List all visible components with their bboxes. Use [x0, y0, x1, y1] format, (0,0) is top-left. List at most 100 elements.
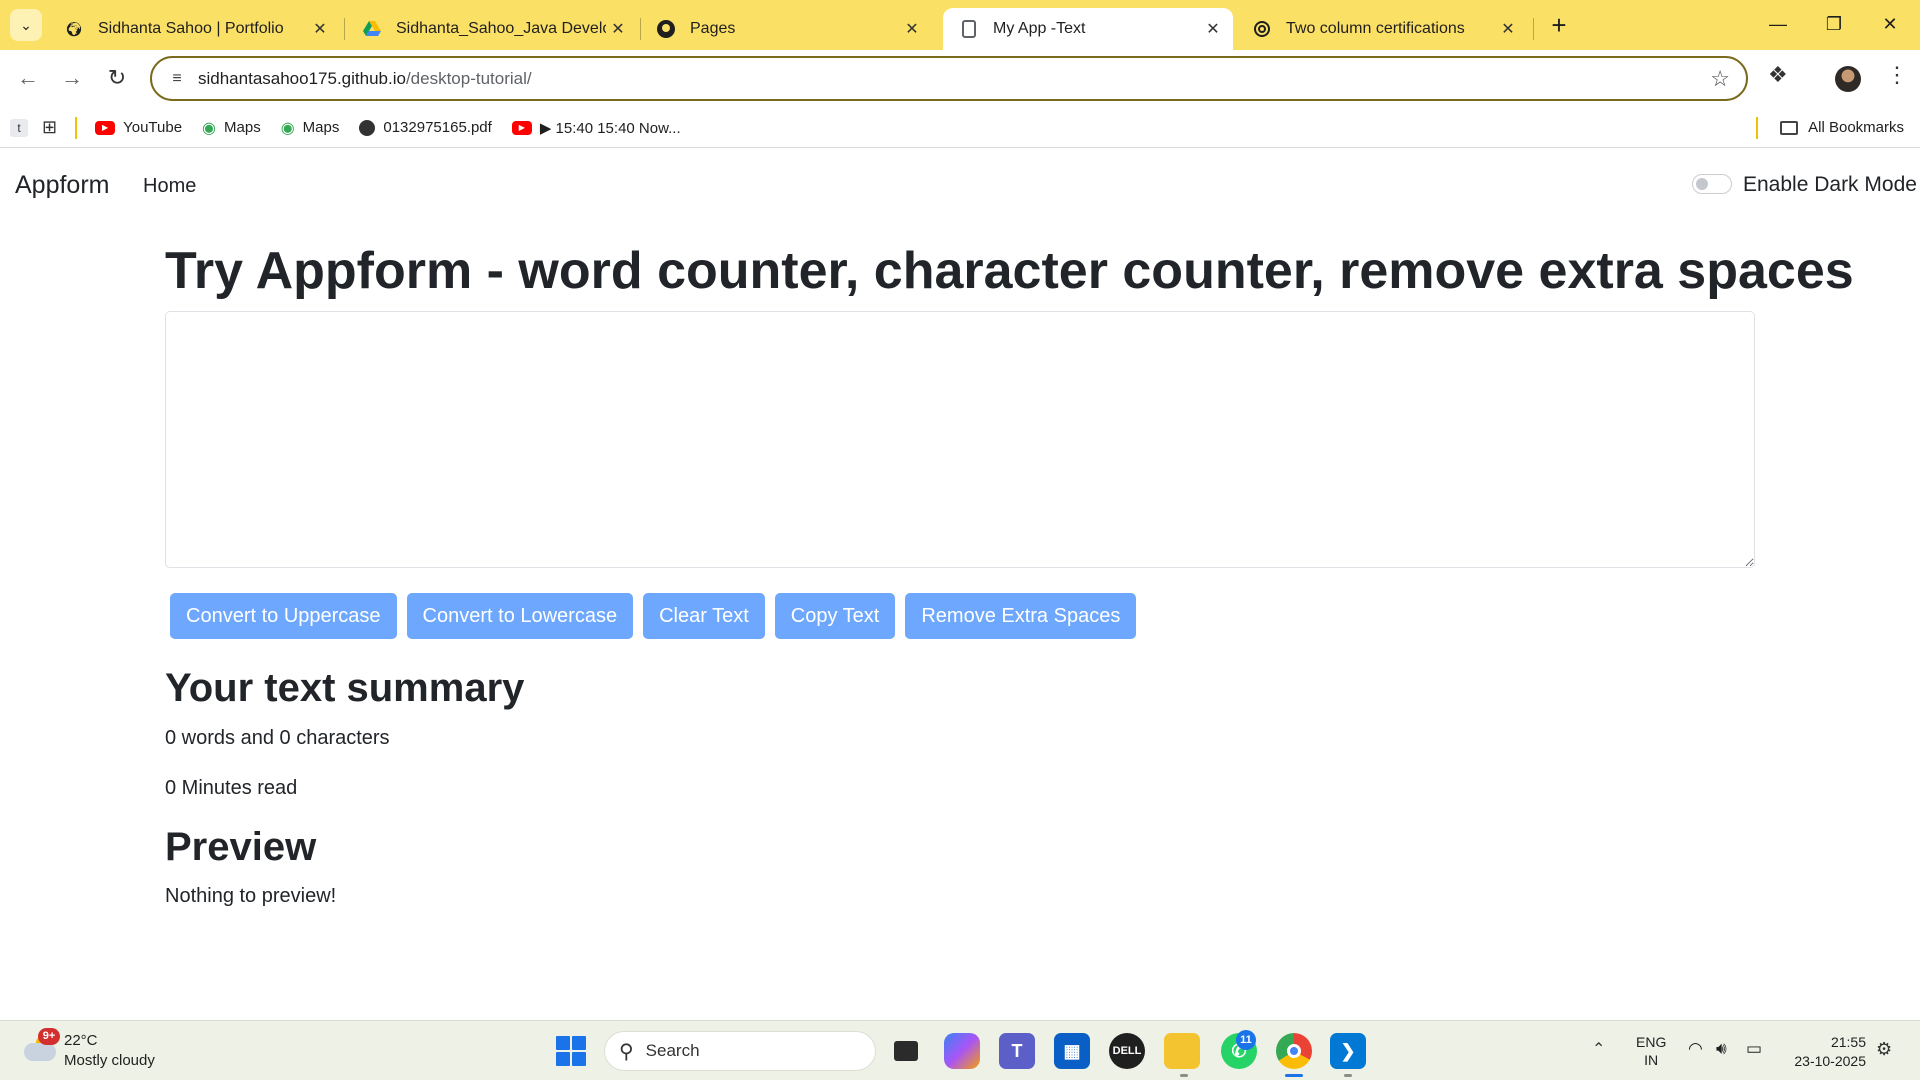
tab-title: Pages: [690, 20, 736, 37]
globe-icon: 🌍︎: [65, 20, 83, 37]
notification-icon[interactable]: ⚙: [1876, 1039, 1892, 1060]
preview-heading: Preview: [165, 825, 317, 869]
page-icon: [959, 19, 979, 39]
tab-portfolio[interactable]: 🌍︎ Sidhanta Sahoo | Portfolio ✕: [48, 8, 340, 50]
running-indicator: [1344, 1074, 1352, 1077]
bookmark-youtube[interactable]: ▶ YouTube: [95, 119, 182, 136]
back-button[interactable]: ←: [12, 62, 44, 94]
windows-logo-pane: [556, 1036, 570, 1050]
extensions-icon[interactable]: ❖: [1768, 62, 1788, 88]
store-icon[interactable]: ▦: [1054, 1033, 1090, 1069]
copilot-icon[interactable]: [944, 1033, 980, 1069]
browser-toolbar: ← → ↻ ≡ sidhantasahoo175.github.io/deskt…: [0, 50, 1920, 108]
close-icon[interactable]: ✕: [1496, 19, 1520, 39]
bookmark-divider: [1756, 116, 1758, 139]
tab-search-button[interactable]: ⌄: [10, 9, 42, 41]
running-indicator: [1180, 1074, 1188, 1077]
app-navbar: Appform Home Enable Dark Mode: [0, 149, 1920, 224]
tumblr-icon[interactable]: t: [10, 118, 28, 137]
tab-my-app-text[interactable]: My App -Text ✕: [943, 8, 1233, 50]
all-bookmarks-button[interactable]: All Bookmarks: [1780, 119, 1904, 136]
maps-icon: ◉: [202, 119, 217, 137]
active-indicator: [1285, 1074, 1303, 1077]
tab-resume-drive[interactable]: Sidhanta_Sahoo_Java Develope ✕: [346, 8, 638, 50]
reload-button[interactable]: ↻: [101, 62, 133, 94]
tab-divider: [344, 18, 345, 40]
forward-button[interactable]: →: [56, 62, 88, 94]
close-icon[interactable]: ✕: [606, 19, 630, 39]
taskbar-search[interactable]: ⚲ Search: [604, 1031, 876, 1071]
windows-logo-pane: [556, 1052, 570, 1066]
dell-icon[interactable]: DELL: [1109, 1033, 1145, 1069]
bookmarks-bar: t ⊞ ▶ YouTube ◉ Maps ◉ Maps 0132975165.p…: [0, 108, 1920, 148]
vscode-icon[interactable]: ❯: [1330, 1033, 1366, 1069]
youtube-icon: ▶: [95, 120, 116, 135]
brand-link[interactable]: Appform: [15, 171, 109, 200]
address-bar[interactable]: ≡ sidhantasahoo175.github.io/desktop-tut…: [150, 56, 1748, 101]
new-tab-button[interactable]: +: [1543, 9, 1575, 41]
bookmark-label: ▶ 15:40 15:40 Now...: [539, 119, 681, 137]
tab-title: Sidhanta_Sahoo_Java Develope: [396, 20, 606, 37]
text-input-area[interactable]: [165, 311, 1755, 568]
file-explorer-icon[interactable]: [1164, 1033, 1200, 1069]
bookmark-star-icon[interactable]: ☆: [1710, 66, 1730, 92]
restore-button[interactable]: ❐: [1806, 0, 1862, 48]
nav-home-link[interactable]: Home: [143, 175, 196, 198]
preview-text: Nothing to preview!: [165, 885, 337, 907]
lowercase-button[interactable]: Convert to Lowercase: [406, 593, 634, 639]
copy-text-button[interactable]: Copy Text: [774, 593, 896, 639]
minutes-read: 0 Minutes read: [165, 777, 298, 799]
folder-icon: [1780, 120, 1799, 135]
battery-icon[interactable]: ▭: [1746, 1039, 1762, 1059]
cloud-shape: [24, 1043, 56, 1061]
bookmark-youtube-video[interactable]: ▶ ▶ 15:40 15:40 Now...: [511, 119, 681, 137]
all-bookmarks-label: All Bookmarks: [1808, 119, 1904, 136]
tab-pages[interactable]: Pages ✕: [640, 8, 932, 50]
clock-date: 23-10-2025: [1794, 1053, 1866, 1069]
task-view-icon[interactable]: [888, 1033, 924, 1069]
close-window-button[interactable]: ✕: [1862, 0, 1918, 48]
chevron-down-icon: ⌄: [20, 16, 32, 33]
bookmark-pdf[interactable]: 0132975165.pdf: [359, 119, 492, 136]
search-icon: ⚲: [619, 1040, 634, 1063]
dark-mode-label[interactable]: Enable Dark Mode: [1743, 173, 1917, 197]
bookmark-maps-2[interactable]: ◉ Maps: [281, 118, 340, 138]
browser-menu-icon[interactable]: ⋮: [1886, 62, 1908, 88]
whatsapp-badge: 11: [1236, 1030, 1256, 1050]
page-title: Try Appform - word counter, character co…: [165, 242, 1854, 300]
bookmark-maps-1[interactable]: ◉ Maps: [202, 118, 261, 138]
close-icon[interactable]: ✕: [900, 19, 924, 39]
site-info-icon[interactable]: ≡: [162, 70, 192, 88]
clock[interactable]: 21:55 23-10-2025: [1786, 1033, 1866, 1071]
remove-spaces-button[interactable]: Remove Extra Spaces: [905, 593, 1137, 639]
temperature[interactable]: 22°C: [64, 1032, 98, 1049]
clear-text-button[interactable]: Clear Text: [643, 593, 765, 639]
uppercase-button[interactable]: Convert to Uppercase: [170, 593, 397, 639]
apps-grid-icon[interactable]: ⊞: [42, 117, 57, 138]
weather-condition[interactable]: Mostly cloudy: [64, 1052, 155, 1069]
chevron-up-icon[interactable]: ⌃: [1592, 1039, 1605, 1059]
windows-logo-pane: [572, 1052, 586, 1066]
language-indicator[interactable]: ENG IN: [1636, 1033, 1666, 1069]
reload-icon: ↻: [107, 65, 127, 90]
chrome-icon[interactable]: [1276, 1033, 1312, 1069]
close-icon[interactable]: ✕: [308, 19, 332, 39]
wifi-icon[interactable]: ◠: [1688, 1039, 1703, 1059]
dark-mode-toggle[interactable]: [1692, 174, 1732, 194]
drive-icon: [362, 19, 382, 39]
tab-certifications[interactable]: Two column certifications ✕: [1236, 8, 1528, 50]
profile-avatar[interactable]: [1835, 66, 1861, 92]
teams-icon[interactable]: T: [999, 1033, 1035, 1069]
region-code: IN: [1644, 1052, 1659, 1068]
volume-icon[interactable]: 🔊︎: [1716, 1039, 1727, 1059]
tab-title: Sidhanta Sahoo | Portfolio: [98, 20, 284, 37]
lang-code: ENG: [1636, 1034, 1667, 1050]
bookmark-label: Maps: [302, 119, 340, 136]
start-button[interactable]: [556, 1036, 586, 1066]
close-icon[interactable]: ✕: [1201, 19, 1225, 39]
bookmark-label: 0132975165.pdf: [383, 119, 492, 136]
globe-icon: [359, 119, 376, 136]
arrow-left-icon: ←: [17, 65, 39, 90]
minimize-button[interactable]: —: [1750, 0, 1806, 48]
github-icon: [656, 19, 676, 39]
